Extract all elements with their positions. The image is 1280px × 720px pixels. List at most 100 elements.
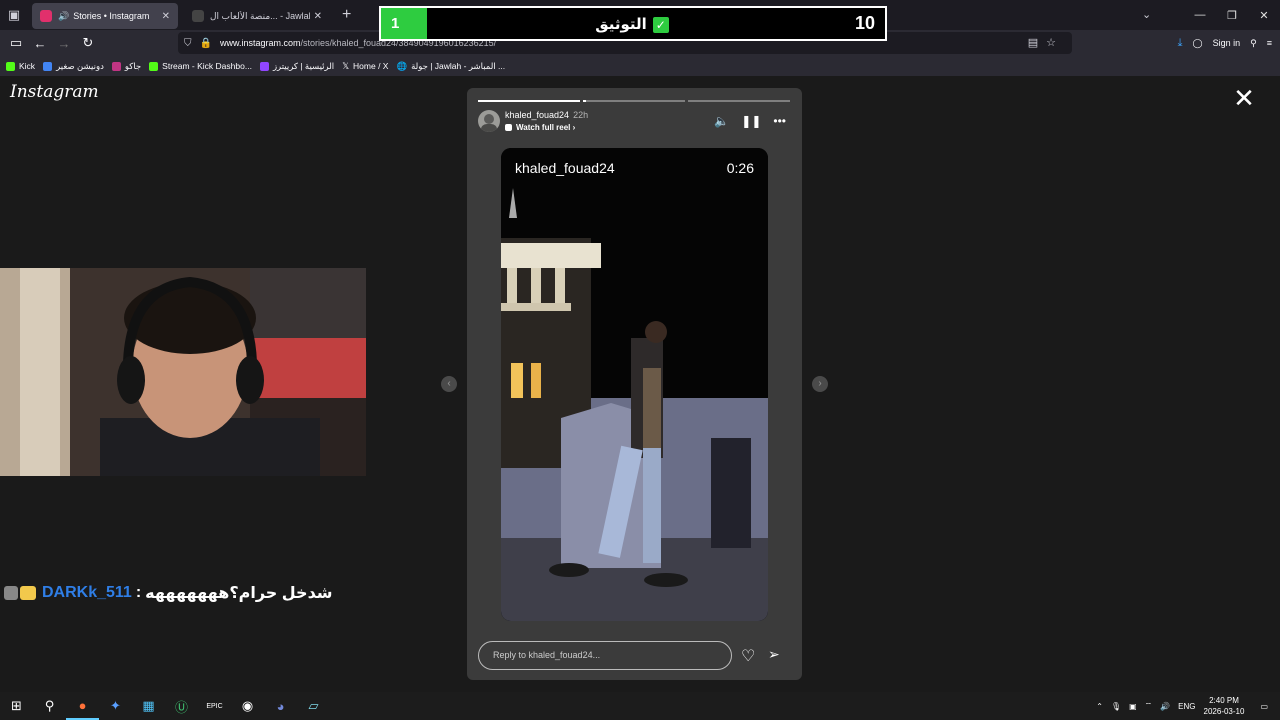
chevron-down-icon[interactable]: ⌄ [1142, 8, 1151, 21]
tab-title: منصة الألعاب ال... - Jawlah | جولة [210, 10, 310, 21]
tab-instagram[interactable]: 🔊 Stories • Instagram ✕ [32, 3, 178, 29]
night-scene-image [501, 148, 768, 621]
bookmark-donation[interactable]: دونيشن صغير [43, 61, 104, 72]
time-ago: 22h [573, 110, 589, 120]
system-tray: ⌃ 🎙 ▣ ⌔ 🔊 ENG 2:40 PM 2026-03-10 ▭ [1096, 692, 1268, 720]
close-window-button[interactable]: ✕ [1248, 9, 1280, 22]
upwork-icon[interactable]: Ⓤ [165, 692, 198, 720]
url-host: www.instagram.com [219, 38, 301, 48]
bookmark-jako[interactable]: جاكو [111, 60, 142, 72]
reel-icon [505, 124, 512, 131]
bookmark-kick-dashboard[interactable]: Stream - Kick Dashbo... [149, 61, 252, 71]
kick-icon [6, 61, 15, 71]
chat-text: شدخل حرام؟هههههههه [145, 585, 333, 602]
bookmark-label: دونيشن صغير [56, 60, 104, 71]
bookmark-label: Home / X [353, 61, 389, 71]
story-username[interactable]: khaled_fouad24 22h [505, 110, 588, 120]
bookmark-label: جاكو [124, 60, 142, 71]
progress-segment [688, 100, 790, 102]
restore-button[interactable]: ❐ [1216, 9, 1248, 22]
microphone-icon[interactable]: 🎙 [1111, 702, 1121, 711]
close-icon[interactable]: ✕ [1233, 85, 1255, 111]
language-indicator[interactable]: ENG [1178, 702, 1195, 711]
lock-icon[interactable]: 🔒 [200, 38, 212, 49]
heart-icon[interactable]: ♡ [741, 646, 755, 666]
obs-icon[interactable]: ◉ [231, 692, 264, 720]
webcam-overlay [0, 268, 366, 476]
sign-in-link[interactable]: Sign in [1213, 38, 1241, 48]
chat-username: DARKk_511 [42, 584, 132, 601]
firefox-icon[interactable]: ● [66, 692, 99, 720]
story-controls: 🔈 ❚❚ ••• [714, 114, 786, 128]
x-icon: 𝕏 [342, 60, 350, 71]
pause-icon[interactable]: ❚❚ [741, 114, 761, 128]
progress-segment [478, 100, 580, 102]
copilot-icon[interactable]: ✦ [99, 692, 132, 720]
reply-input[interactable]: Reply to khaled_fouad24... [478, 641, 732, 670]
close-tab-icon[interactable]: ✕ [162, 11, 170, 22]
mute-icon[interactable]: 🔈 [714, 114, 729, 128]
speaker-icon[interactable]: 🔊 [58, 11, 69, 22]
notification-icon[interactable]: ▭ [1260, 702, 1268, 711]
overlay-title: التوثيق ✓ [427, 15, 837, 33]
reload-button[interactable]: ↻ [76, 35, 100, 51]
download-icon[interactable]: ⤓ [1178, 37, 1183, 50]
avatar-image [481, 114, 497, 132]
left-score: 1 [381, 8, 427, 39]
toolbar-right: ⤓ ◯ Sign in ⚲ ≡ [1178, 30, 1272, 56]
bookmark-label: Stream - Kick Dashbo... [162, 61, 252, 71]
watch-full-reel-label: Watch full reel [516, 123, 571, 132]
video-username: khaled_fouad24 [515, 160, 615, 176]
windows-start-icon[interactable]: ⊞ [0, 692, 33, 720]
send-icon[interactable]: ➢ [768, 646, 780, 663]
tab-jawlah[interactable]: منصة الألعاب ال... - Jawlah | جولة ✕ [184, 3, 330, 29]
avatar[interactable] [478, 110, 500, 132]
menu-icon[interactable]: ≡ [1267, 38, 1272, 48]
bookmark-kick[interactable]: Kick [6, 61, 35, 71]
extensions-icon[interactable]: ⚲ [1250, 38, 1257, 49]
discord-icon[interactable]: ◕ [264, 692, 297, 720]
kick-icon [149, 61, 159, 71]
creators-icon [259, 61, 269, 71]
chat-message: DARKk_511 : شدخل حرام؟هههههههه [4, 583, 333, 603]
search-icon[interactable]: ⚲ [33, 692, 66, 720]
more-options-icon[interactable]: ••• [773, 114, 786, 128]
wifi-icon[interactable]: ⌔ [1145, 701, 1153, 711]
account-icon[interactable]: ◯ [1193, 38, 1203, 49]
clock-date: 2026-03-10 [1203, 707, 1245, 716]
badge-icon [4, 586, 18, 600]
next-story-button[interactable]: › [812, 376, 828, 392]
store-icon[interactable]: ▦ [132, 692, 165, 720]
reader-bookmark-icons[interactable]: ▤☆ [1028, 36, 1064, 49]
shield-icon[interactable]: ⛉ [184, 38, 192, 49]
instagram-logo[interactable]: Instagram [10, 82, 99, 102]
drive-icon [43, 61, 53, 71]
bookmark-label: جولة | Jawlah - المباشر ... [411, 60, 506, 71]
right-score: 10 [854, 13, 875, 33]
notepad-icon[interactable]: ▱ [297, 692, 330, 720]
chevron-up-icon[interactable]: ⌃ [1096, 702, 1103, 711]
watch-full-reel-link[interactable]: Watch full reel › [505, 123, 575, 132]
close-tab-icon[interactable]: ✕ [314, 11, 322, 22]
clock-time: 2:40 PM [1209, 696, 1239, 705]
tab-list-icon[interactable]: ▣ [0, 0, 28, 30]
previous-story-button[interactable]: ‹ [441, 376, 457, 392]
clock[interactable]: 2:40 PM 2026-03-10 [1204, 695, 1245, 717]
volume-icon[interactable]: 🔊 [1160, 702, 1170, 711]
epic-games-icon[interactable]: EPIC [198, 692, 231, 720]
crown-badge-icon [20, 586, 36, 600]
tray-app-icon[interactable]: ▣ [1129, 702, 1137, 711]
username-text[interactable]: khaled_fouad24 [505, 110, 569, 120]
new-tab-button[interactable]: + [342, 6, 351, 24]
window-controls: — ❐ ✕ [1184, 0, 1280, 30]
bookmark-x[interactable]: 𝕏 Home / X [342, 61, 388, 72]
minimize-button[interactable]: — [1184, 9, 1216, 21]
back-button[interactable]: ← [28, 36, 52, 51]
bookmark-jawlah[interactable]: 🌐 جولة | Jawlah - المباشر ... [396, 61, 505, 72]
story-video[interactable]: khaled_fouad24 0:26 [501, 148, 768, 621]
chat-separator: : [135, 584, 142, 601]
bookmark-creators[interactable]: الرئيسية | كرييترز [259, 61, 334, 72]
forward-button[interactable]: → [52, 36, 76, 51]
jawlah-favicon-icon [192, 10, 204, 22]
sidebar-icon[interactable]: ▭ [4, 35, 28, 51]
